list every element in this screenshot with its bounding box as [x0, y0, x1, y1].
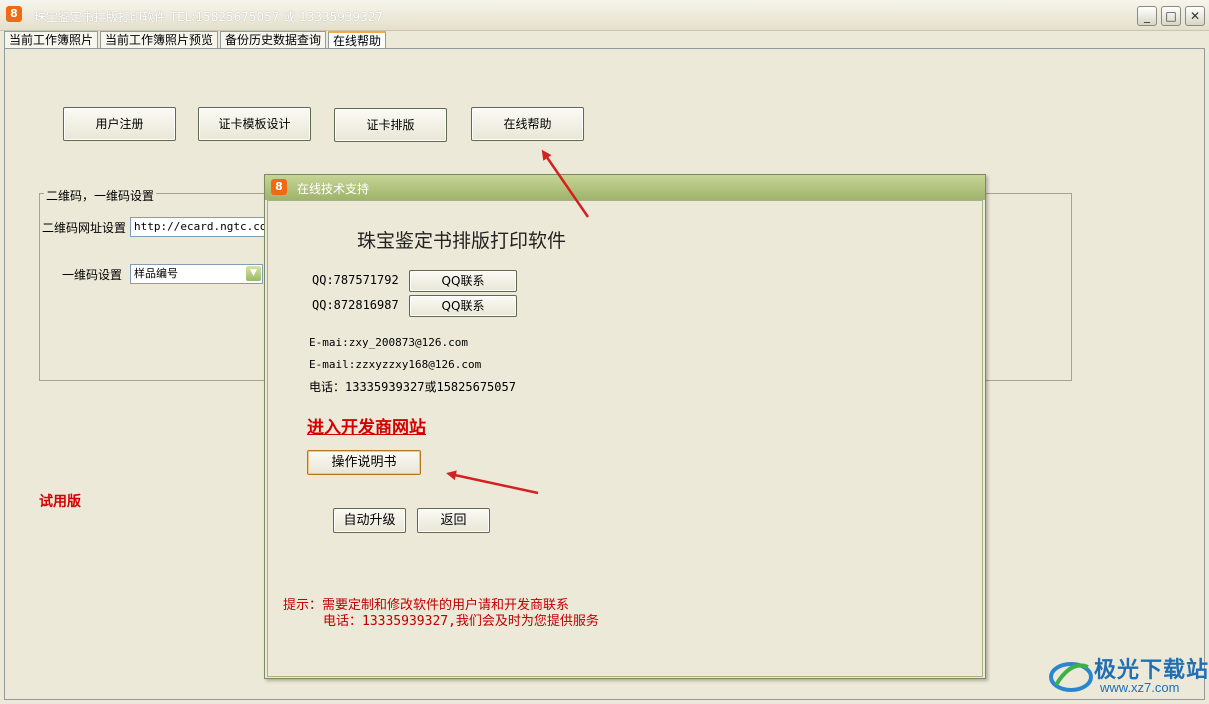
barcode-label: 一维码设置: [62, 268, 123, 282]
qr-url-input[interactable]: http://ecard.ngtc.com.: [130, 217, 269, 237]
tab-workbook-photos[interactable]: 当前工作簿照片: [4, 31, 99, 48]
chevron-down-icon[interactable]: ▼: [246, 266, 261, 281]
qq1-contact-button[interactable]: QQ联系: [409, 270, 517, 292]
tab-backup-history[interactable]: 备份历史数据查询: [220, 31, 327, 48]
dialog-title-bar[interactable]: 8 在线技术支持: [265, 175, 985, 200]
online-help-button[interactable]: 在线帮助: [471, 107, 584, 141]
manual-button[interactable]: 操作说明书: [307, 450, 421, 475]
email2-text: E-mail:zzxyzzxy168@126.com: [309, 358, 482, 371]
qq1-label: QQ:787571792: [312, 273, 399, 287]
developer-site-link[interactable]: 进入开发商网站: [307, 413, 426, 438]
watermark-logo-icon: [1049, 662, 1093, 692]
dialog-title: 在线技术支持: [297, 182, 370, 196]
card-layout-button[interactable]: 证卡排版: [334, 108, 447, 142]
email1-text: E-mai:zxy_200873@126.com: [309, 336, 468, 349]
tab-online-help[interactable]: 在线帮助: [328, 31, 387, 48]
close-button[interactable]: ✕: [1185, 6, 1205, 26]
qr-url-label: 二维码网址设置: [42, 221, 127, 235]
qq2-label: QQ:872816987: [312, 298, 399, 312]
back-button[interactable]: 返回: [417, 508, 490, 533]
title-bar: 8 珠宝鉴定书排版打印软件 TEL:15825675057 或 13335939…: [0, 0, 1209, 31]
code-settings-label: 二维码，一维码设置: [44, 187, 157, 204]
maximize-button[interactable]: □: [1161, 6, 1181, 26]
watermark-url: www.xz7.com: [1100, 680, 1180, 695]
phone-text: 电话：13335939327或15825675057: [309, 380, 516, 394]
register-button[interactable]: 用户注册: [63, 107, 176, 141]
barcode-select-value: 样品编号: [134, 267, 178, 280]
dialog-heading: 珠宝鉴定书排版打印软件: [357, 230, 567, 252]
window-title: 珠宝鉴定书排版打印软件 TEL:15825675057 或 1333593932…: [34, 10, 384, 24]
template-design-button[interactable]: 证卡模板设计: [198, 107, 311, 141]
support-dialog: 8 在线技术支持 珠宝鉴定书排版打印软件 QQ:787571792 QQ联系 Q…: [264, 174, 986, 679]
app-icon: 8: [6, 6, 22, 22]
tip-line-2: 电话：13335939327,我们会及时为您提供服务: [323, 614, 599, 629]
qq2-contact-button[interactable]: QQ联系: [409, 295, 517, 317]
minimize-button[interactable]: _: [1137, 6, 1157, 26]
tab-workbook-preview[interactable]: 当前工作簿照片预览: [100, 31, 219, 48]
dialog-app-icon: 8: [271, 179, 287, 195]
barcode-select[interactable]: 样品编号 ▼: [130, 264, 263, 284]
tab-bar: 当前工作簿照片 当前工作簿照片预览 备份历史数据查询 在线帮助: [4, 31, 388, 49]
auto-upgrade-button[interactable]: 自动升级: [333, 508, 406, 533]
trial-label: 试用版: [39, 494, 81, 510]
